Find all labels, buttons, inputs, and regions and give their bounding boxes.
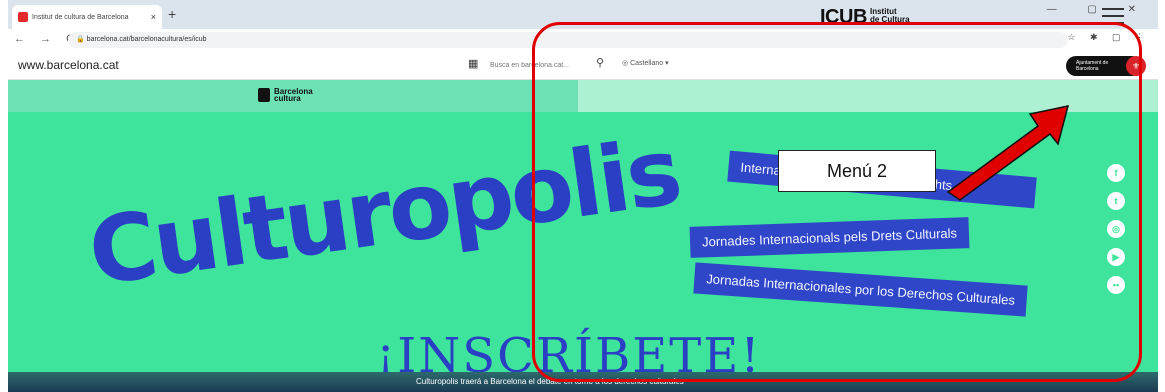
annotation-label: Menú 2	[778, 150, 936, 192]
bc-logo-icon	[258, 88, 270, 102]
annotation-highlight-box	[532, 22, 1142, 382]
url-text: barcelona.cat/barcelonacultura/es/icub	[86, 36, 207, 43]
favicon-icon	[18, 12, 28, 22]
brand-left-panel: Barcelona cultura	[8, 80, 578, 112]
apps-grid-icon[interactable]: ▦	[468, 57, 478, 70]
lock-icon: 🔒	[76, 36, 87, 43]
bc-logo-text: Barcelona cultura	[274, 88, 324, 103]
tab-close-button[interactable]: ×	[151, 12, 156, 22]
bc-logo-line2: cultura	[274, 94, 301, 103]
site-domain-link[interactable]: www.barcelona.cat	[18, 58, 119, 72]
tab-title: Institut de cultura de Barcelona	[32, 13, 129, 21]
window-controls[interactable]: — ▢ ✕	[1047, 4, 1150, 15]
browser-tab[interactable]: Institut de cultura de Barcelona ×	[12, 5, 162, 29]
annotation-arrow-icon	[946, 105, 1070, 201]
barcelona-cultura-logo[interactable]: Barcelona cultura	[258, 88, 324, 103]
new-tab-button[interactable]: +	[168, 6, 176, 22]
